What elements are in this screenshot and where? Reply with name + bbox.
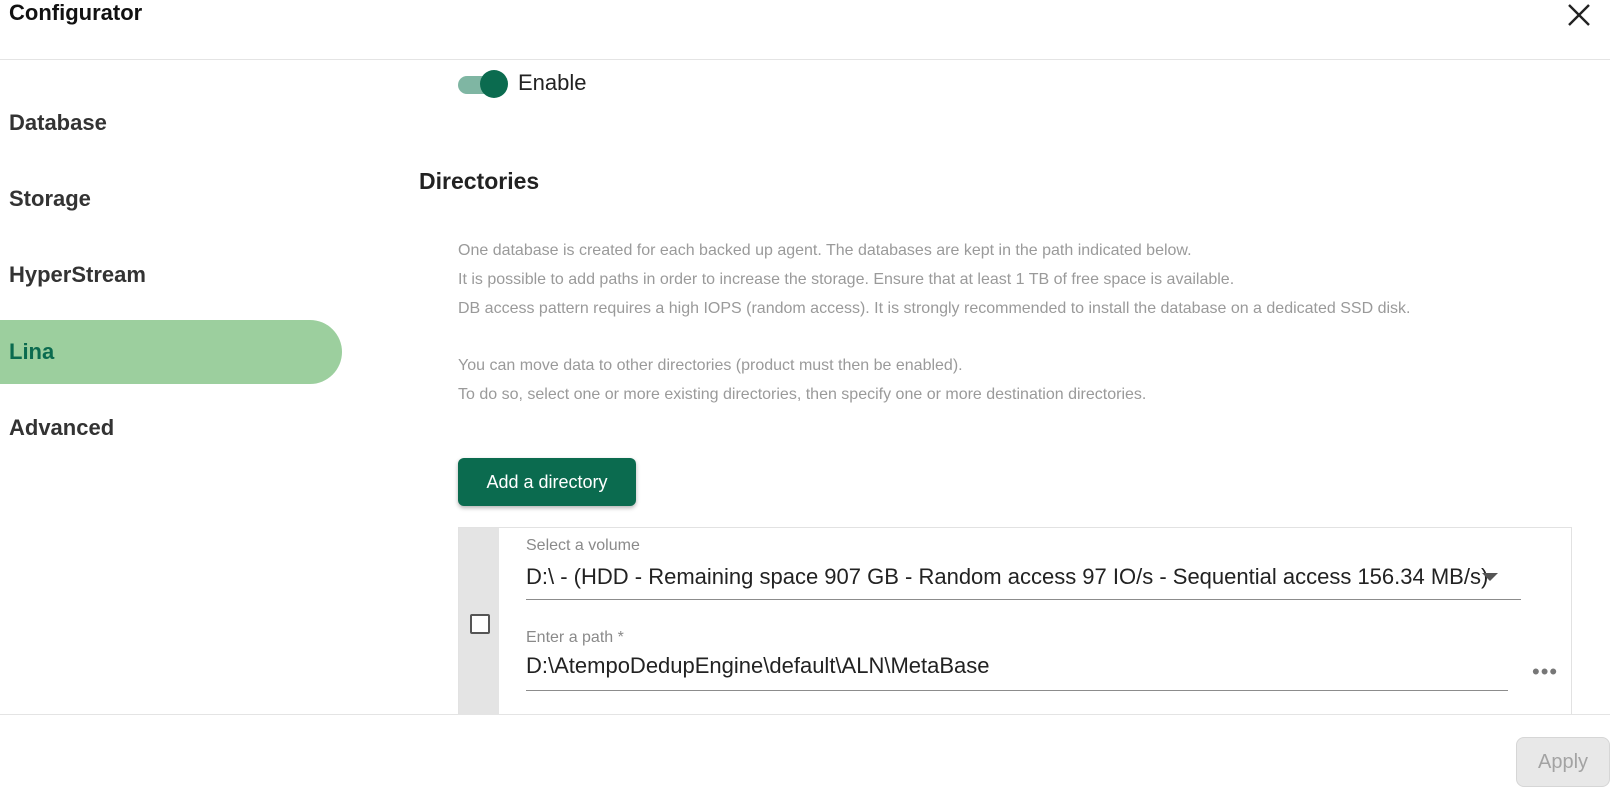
- sidebar-item-database[interactable]: Database: [0, 91, 342, 155]
- volume-value: D:\ - (HDD - Remaining space 907 GB - Ra…: [526, 564, 1489, 589]
- sidebar-item-storage[interactable]: Storage: [0, 167, 342, 231]
- apply-button[interactable]: Apply: [1516, 737, 1610, 787]
- volume-label: Select a volume: [526, 537, 640, 554]
- directory-entry: Select a volume D:\ - (HDD - Remaining s…: [458, 527, 1572, 715]
- volume-select[interactable]: D:\ - (HDD - Remaining space 907 GB - Ra…: [526, 562, 1521, 600]
- close-icon[interactable]: [1564, 0, 1594, 30]
- info-line: One database is created for each backed …: [458, 242, 1192, 259]
- sidebar-item-advanced[interactable]: Advanced: [0, 396, 342, 460]
- toggle-knob: [480, 70, 508, 98]
- sidebar: Database Storage HyperStream Lina Advanc…: [0, 60, 345, 715]
- enable-label: Enable: [518, 70, 587, 95]
- sidebar-item-hyperstream[interactable]: HyperStream: [0, 243, 342, 307]
- info-line: DB access pattern requires a high IOPS (…: [458, 300, 1411, 317]
- drag-handle[interactable]: [459, 528, 499, 715]
- dialog-title: Configurator: [9, 0, 143, 25]
- path-field[interactable]: [526, 653, 1508, 691]
- dialog-footer: Apply: [0, 714, 1610, 790]
- main-panel: Enable Directories One database is creat…: [345, 60, 1610, 715]
- info-line: You can move data to other directories (…: [458, 357, 963, 374]
- path-input[interactable]: [526, 653, 1508, 679]
- path-label: Enter a path *: [526, 629, 624, 646]
- info-line: It is possible to add paths in order to …: [458, 271, 1235, 288]
- chevron-down-icon[interactable]: [1482, 573, 1498, 581]
- directory-checkbox[interactable]: [470, 614, 490, 634]
- dialog-header: Configurator: [0, 0, 1610, 60]
- sidebar-item-lina[interactable]: Lina: [0, 320, 342, 384]
- add-directory-button[interactable]: Add a directory: [458, 458, 636, 506]
- info-line: To do so, select one or more existing di…: [458, 386, 1147, 403]
- more-options-icon[interactable]: •••: [1532, 659, 1558, 685]
- section-title-directories: Directories: [419, 168, 540, 194]
- enable-toggle[interactable]: [458, 68, 508, 98]
